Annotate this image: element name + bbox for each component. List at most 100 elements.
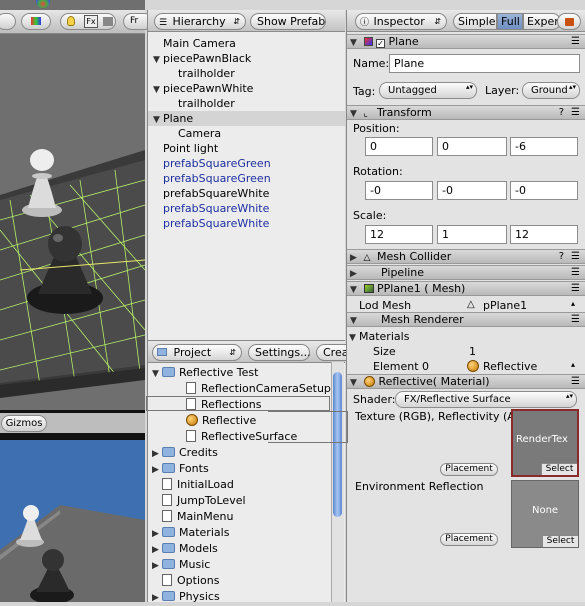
material-header[interactable]: ▼ Reflective( Material) ☰ [347, 374, 585, 389]
select-env-button[interactable]: Select [542, 535, 578, 547]
hierarchy-item[interactable]: ▼ Plane [148, 111, 346, 126]
position-z-field[interactable]: -6 [510, 137, 578, 156]
help-icon[interactable]: ? [559, 106, 564, 119]
project-dropdown[interactable]: Project ⇵ [152, 344, 242, 361]
audio-icon[interactable] [103, 17, 113, 26]
expand-arrow-icon[interactable]: ▶ [152, 542, 162, 558]
placement-button[interactable]: Placement [440, 463, 498, 476]
expand-arrow-icon[interactable]: ▶ [152, 462, 162, 478]
project-item[interactable]: ReflectionCameraSetup [148, 381, 332, 397]
collapse-arrow-icon[interactable]: ▼ [350, 37, 360, 50]
chevron-up-icon[interactable]: ▴ [571, 299, 575, 308]
hierarchy-item[interactable]: prefabSquareWhite [148, 186, 346, 201]
gameobject-header[interactable]: ▼ ✓ Plane ☰ [347, 34, 585, 49]
env-reflection-slot[interactable]: None Select [511, 480, 579, 548]
light-bulb-icon[interactable] [67, 16, 75, 26]
component-menu-icon[interactable]: ☰ [571, 250, 580, 263]
select-texture-button[interactable]: Select [541, 463, 577, 475]
scale-x-field[interactable]: 12 [365, 225, 433, 244]
materials-label[interactable]: ▼ Materials [349, 330, 409, 343]
hierarchy-item[interactable]: prefabSquareGreen [148, 171, 346, 186]
hierarchy-item[interactable]: Main Camera [148, 36, 346, 51]
component-menu-icon[interactable]: ☰ [571, 266, 580, 279]
inspector-dropdown[interactable]: ⓘ Inspector ⇵ [355, 13, 447, 30]
scale-z-field[interactable]: 12 [510, 225, 578, 244]
project-item[interactable]: ▶ Materials [148, 525, 332, 541]
component-menu-icon[interactable]: ☰ [571, 35, 580, 48]
project-item[interactable]: ▼ Reflective Test [148, 365, 332, 381]
position-y-field[interactable]: 0 [437, 137, 507, 156]
placement-button[interactable]: Placement [440, 533, 498, 546]
simple-mode-button[interactable]: Simple [453, 13, 497, 30]
element-0-value[interactable]: Reflective [483, 360, 537, 373]
project-item[interactable]: ▶ Credits [148, 445, 332, 461]
expand-arrow-icon[interactable]: ▶ [152, 590, 162, 606]
expand-arrow-icon[interactable]: ▶ [350, 252, 360, 265]
collapse-arrow-icon[interactable]: ▼ [350, 315, 360, 328]
hierarchy-item[interactable]: prefabSquareWhite [148, 216, 346, 231]
name-field[interactable]: Plane [389, 54, 580, 73]
mesh-collider-header[interactable]: ▶ △ Mesh Collider ? ☰ [347, 249, 585, 264]
fx-button[interactable]: Fx [84, 15, 98, 28]
hierarchy-item[interactable]: Point light [148, 141, 346, 156]
project-item[interactable]: Options [148, 573, 332, 589]
layer-dropdown[interactable]: Ground [522, 82, 580, 99]
pipeline-header[interactable]: ▶ Pipeline ☰ [347, 265, 585, 280]
project-scrollbar-thumb[interactable] [333, 372, 342, 517]
show-prefab-button[interactable]: Show Prefab [250, 13, 326, 30]
expand-arrow-icon[interactable]: ▶ [152, 446, 162, 462]
help-icon[interactable]: ? [559, 250, 564, 263]
hierarchy-item[interactable]: prefabSquareWhite [148, 201, 346, 216]
lod-mesh-value[interactable]: pPlane1 [483, 299, 527, 312]
shader-dropdown[interactable]: FX/Reflective Surface [395, 391, 577, 408]
scene-view[interactable] [0, 0, 145, 410]
hierarchy-item[interactable]: ▼ piecePawnWhite [148, 81, 346, 96]
component-menu-icon[interactable]: ☰ [571, 313, 580, 326]
hierarchy-item[interactable]: trailholder [148, 66, 346, 81]
project-item[interactable]: ▶ Fonts [148, 461, 332, 477]
collapse-arrow-icon[interactable]: ▼ [350, 108, 360, 121]
collapse-arrow-icon[interactable]: ▼ [152, 366, 162, 382]
tag-dropdown[interactable]: Untagged [379, 82, 477, 99]
collapse-arrow-icon[interactable]: ▼ [350, 377, 360, 390]
hierarchy-item[interactable]: prefabSquareGreen [148, 156, 346, 171]
project-item[interactable]: InitialLoad [148, 477, 332, 493]
expand-arrow-icon[interactable]: ▶ [152, 558, 162, 574]
hierarchy-dropdown[interactable]: ☰ Hierarchy ⇵ [154, 13, 246, 30]
project-item[interactable]: ▶ Physics [148, 589, 332, 605]
hierarchy-item[interactable]: trailholder [148, 96, 346, 111]
component-menu-icon[interactable]: ☰ [571, 282, 580, 295]
project-item[interactable]: MainMenu [148, 509, 332, 525]
component-menu-icon[interactable]: ☰ [571, 375, 580, 388]
expand-arrow-icon[interactable]: ▶ [350, 268, 360, 281]
lock-button[interactable] [557, 13, 581, 30]
render-mode-button[interactable] [21, 13, 51, 30]
hierarchy-item[interactable]: ▼ piecePawnBlack [148, 51, 346, 66]
collapse-arrow-icon[interactable]: ▼ [350, 284, 360, 297]
component-menu-icon[interactable]: ☰ [571, 106, 580, 119]
transform-header[interactable]: ▼ ⌞ Transform ? ☰ [347, 105, 585, 120]
hierarchy-item[interactable]: Camera [148, 126, 346, 141]
rotation-z-field[interactable]: -0 [510, 181, 578, 200]
rotation-x-field[interactable]: -0 [365, 181, 433, 200]
active-checkbox[interactable]: ✓ [376, 39, 385, 48]
settings-button[interactable]: Settings... [248, 344, 311, 361]
mesh-renderer-header[interactable]: ▼ Mesh Renderer ☰ [347, 312, 585, 327]
game-view[interactable] [0, 410, 145, 602]
full-mode-button[interactable]: Full [497, 13, 523, 30]
project-item[interactable]: ▶ Models [148, 541, 332, 557]
rotation-y-field[interactable]: -0 [437, 181, 507, 200]
project-item[interactable]: ▶ Music [148, 557, 332, 573]
chevron-up-icon[interactable]: ▴ [571, 360, 575, 369]
scale-y-field[interactable]: 1 [437, 225, 507, 244]
shading-mode-button[interactable] [0, 13, 16, 30]
project-item[interactable]: JumpToLevel [148, 493, 332, 509]
pplane-header[interactable]: ▼ PPlane1 ( Mesh) ☰ [347, 281, 585, 296]
gizmos-button[interactable]: Gizmos [1, 415, 47, 432]
hierarchy-panel: ☰ Hierarchy ⇵ Show Prefab Main Camera ▼ pi… [147, 10, 346, 340]
render-texture-slot[interactable]: RenderTex Select [511, 409, 579, 477]
position-x-field[interactable]: 0 [365, 137, 433, 156]
expert-mode-button[interactable]: Exper [523, 13, 561, 30]
expand-arrow-icon[interactable]: ▶ [152, 526, 162, 542]
size-value[interactable]: 1 [469, 345, 476, 358]
